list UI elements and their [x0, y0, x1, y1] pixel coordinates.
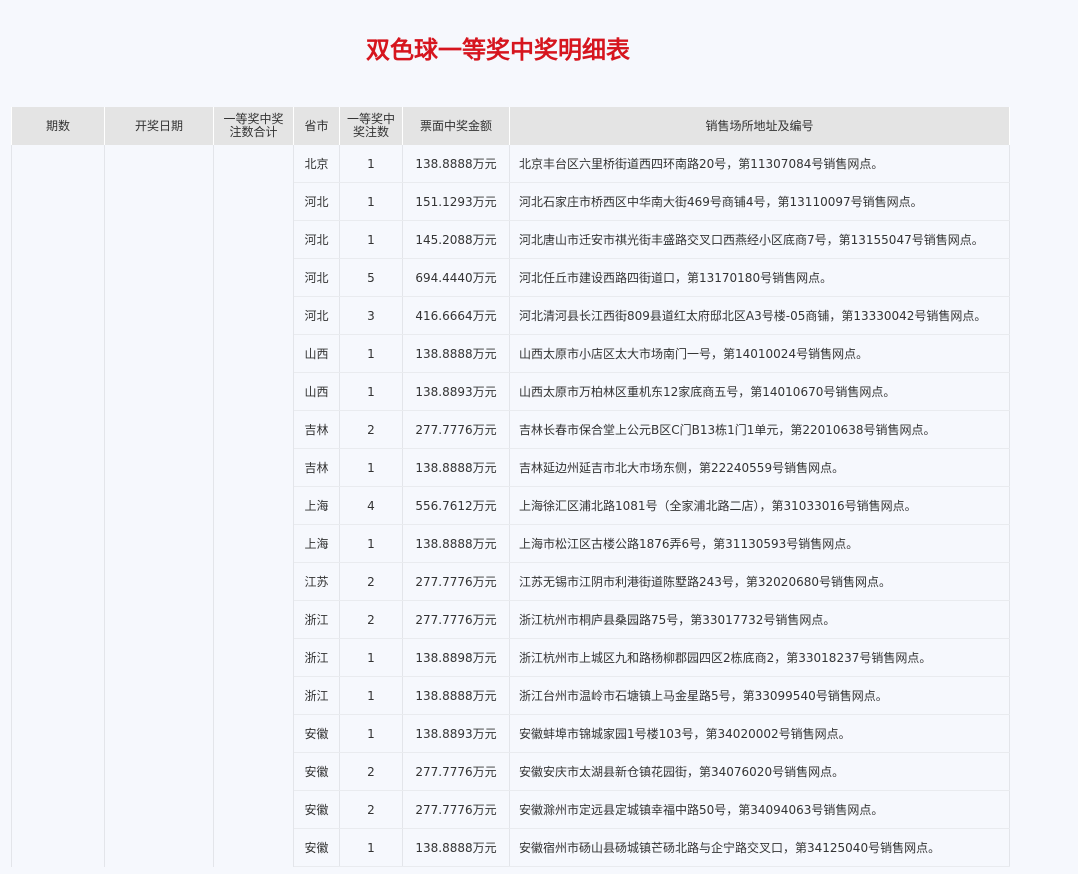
province-cell: 吉林 [293, 410, 340, 449]
province-cell: 河北 [293, 220, 340, 259]
province-cell: 河北 [293, 296, 340, 335]
bets-cell: 1 [339, 334, 403, 373]
bets-cell: 5 [339, 258, 403, 297]
merged-draw-date-cell [104, 145, 214, 867]
province-cell: 河北 [293, 258, 340, 297]
province-cell: 安徽 [293, 790, 340, 829]
bets-cell: 1 [339, 372, 403, 411]
bets-cell: 1 [339, 828, 403, 867]
province-cell: 安徽 [293, 752, 340, 791]
province-cell: 北京 [293, 145, 340, 183]
bets-cell: 2 [339, 562, 403, 601]
table-row: 北京 1 138.8888万元 北京丰台区六里桥街道西四环南路20号，第1130708… [11, 145, 1010, 867]
amount-cell: 277.7776万元 [402, 752, 510, 791]
amount-cell: 151.1293万元 [402, 182, 510, 221]
province-cell: 安徽 [293, 714, 340, 753]
amount-cell: 138.8888万元 [402, 524, 510, 563]
amount-cell: 556.7612万元 [402, 486, 510, 525]
bets-cell: 1 [339, 145, 403, 183]
address-cell: 安徽蚌埠市锦城家园1号楼103号，第34020002号销售网点。 [509, 714, 1010, 753]
bets-cell: 1 [339, 714, 403, 753]
bets-cell: 1 [339, 676, 403, 715]
bets-cell: 1 [339, 448, 403, 487]
amount-cell: 277.7776万元 [402, 562, 510, 601]
address-cell: 上海徐汇区浦北路1081号（全家浦北路二店），第31033016号销售网点。 [509, 486, 1010, 525]
address-cell: 安徽安庆市太湖县新仓镇花园街，第34076020号销售网点。 [509, 752, 1010, 791]
bets-cell: 1 [339, 220, 403, 259]
bets-cell: 1 [339, 524, 403, 563]
amount-cell: 277.7776万元 [402, 790, 510, 829]
amount-cell: 138.8888万元 [402, 676, 510, 715]
bets-cell: 2 [339, 600, 403, 639]
province-cell: 浙江 [293, 600, 340, 639]
address-cell: 浙江杭州市上城区九和路杨柳郡园四区2栋底商2，第33018237号销售网点。 [509, 638, 1010, 677]
header-total-bets: 一等奖中奖注数合计 [213, 107, 294, 145]
bets-cell: 1 [339, 638, 403, 677]
province-cell: 吉林 [293, 448, 340, 487]
bets-cell: 2 [339, 410, 403, 449]
address-cell: 江苏无锡市江阴市利港街道陈墅路243号，第32020680号销售网点。 [509, 562, 1010, 601]
address-cell: 北京丰台区六里桥街道西四环南路20号，第11307084号销售网点。 [509, 145, 1010, 183]
amount-cell: 138.8888万元 [402, 334, 510, 373]
table-header: 期数 开奖日期 一等奖中奖注数合计 省市 一等奖中奖注数 票面中奖金额 销售场所… [11, 107, 1010, 145]
amount-cell: 416.6664万元 [402, 296, 510, 335]
address-cell: 浙江杭州市桐庐县桑园路75号，第33017732号销售网点。 [509, 600, 1010, 639]
header-amount: 票面中奖金额 [402, 107, 510, 145]
amount-cell: 145.2088万元 [402, 220, 510, 259]
address-cell: 河北任丘市建设西路四街道口，第13170180号销售网点。 [509, 258, 1010, 297]
address-cell: 河北石家庄市桥西区中华南大街469号商铺4号，第13110097号销售网点。 [509, 182, 1010, 221]
province-cell: 上海 [293, 486, 340, 525]
amount-cell: 138.8888万元 [402, 145, 510, 183]
table-body: 北京 1 138.8888万元 北京丰台区六里桥街道西四环南路20号，第1130708… [11, 145, 1010, 867]
header-period: 期数 [11, 107, 105, 145]
address-cell: 河北清河县长江西街809县道红太府邸北区A3号楼-05商铺，第13330042号… [509, 296, 1010, 335]
merged-total-bets-cell [213, 145, 294, 867]
province-cell: 上海 [293, 524, 340, 563]
address-cell: 吉林长春市保合堂上公元B区C门B13栋1门1单元，第22010638号销售网点。 [509, 410, 1010, 449]
amount-cell: 694.4440万元 [402, 258, 510, 297]
bets-cell: 2 [339, 790, 403, 829]
address-cell: 山西太原市万柏林区重机东12家底商五号，第14010670号销售网点。 [509, 372, 1010, 411]
province-cell: 浙江 [293, 638, 340, 677]
header-address: 销售场所地址及编号 [509, 107, 1010, 145]
amount-cell: 138.8888万元 [402, 448, 510, 487]
address-cell: 河北唐山市迁安市祺光街丰盛路交叉口西燕经小区底商7号，第13155047号销售网… [509, 220, 1010, 259]
address-cell: 浙江台州市温岭市石塘镇上马金星路5号，第33099540号销售网点。 [509, 676, 1010, 715]
amount-cell: 277.7776万元 [402, 410, 510, 449]
amount-cell: 277.7776万元 [402, 600, 510, 639]
header-row: 期数 开奖日期 一等奖中奖注数合计 省市 一等奖中奖注数 票面中奖金额 销售场所… [11, 107, 1010, 145]
bets-cell: 4 [339, 486, 403, 525]
address-cell: 山西太原市小店区太大市场南门一号，第14010024号销售网点。 [509, 334, 1010, 373]
merged-period-cell [11, 145, 105, 867]
header-bets: 一等奖中奖注数 [339, 107, 403, 145]
province-cell: 江苏 [293, 562, 340, 601]
page: 双色球一等奖中奖明细表 期数 开奖日期 一等奖中奖注数合计 省市 一等奖中奖注数… [0, 0, 1078, 874]
bets-cell: 3 [339, 296, 403, 335]
province-cell: 河北 [293, 182, 340, 221]
amount-cell: 138.8893万元 [402, 372, 510, 411]
province-cell: 安徽 [293, 828, 340, 867]
province-cell: 山西 [293, 372, 340, 411]
amount-cell: 138.8893万元 [402, 714, 510, 753]
prize-table: 期数 开奖日期 一等奖中奖注数合计 省市 一等奖中奖注数 票面中奖金额 销售场所… [11, 107, 1010, 867]
amount-cell: 138.8898万元 [402, 638, 510, 677]
amount-cell: 138.8888万元 [402, 828, 510, 867]
bets-cell: 2 [339, 752, 403, 791]
province-cell: 浙江 [293, 676, 340, 715]
header-province: 省市 [293, 107, 340, 145]
province-cell: 山西 [293, 334, 340, 373]
bets-cell: 1 [339, 182, 403, 221]
header-draw-date: 开奖日期 [104, 107, 214, 145]
address-cell: 安徽宿州市砀山县砀城镇芒砀北路与企宁路交叉口，第34125040号销售网点。 [509, 828, 1010, 867]
page-title: 双色球一等奖中奖明细表 [366, 36, 630, 64]
address-cell: 吉林延边州延吉市北大市场东侧，第22240559号销售网点。 [509, 448, 1010, 487]
address-cell: 上海市松江区古楼公路1876弄6号，第31130593号销售网点。 [509, 524, 1010, 563]
address-cell: 安徽滁州市定远县定城镇幸福中路50号，第34094063号销售网点。 [509, 790, 1010, 829]
